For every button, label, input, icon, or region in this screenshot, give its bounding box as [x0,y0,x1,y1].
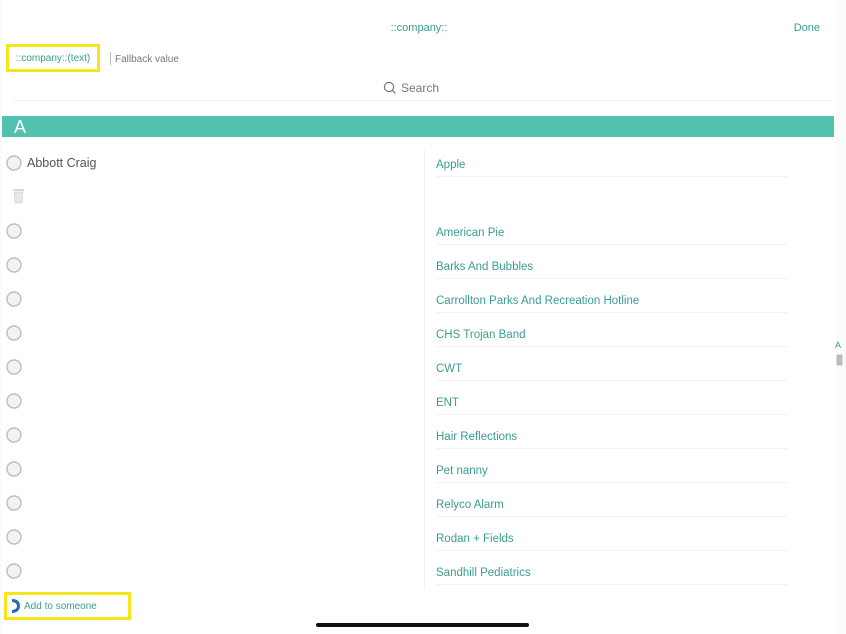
section-header-a: A [2,116,834,137]
company-item[interactable]: CWT [436,358,788,381]
company-item[interactable]: Sandhill Pediatrics [436,562,788,585]
avatar-icon [6,291,22,307]
company-item[interactable]: Apple [436,154,788,177]
avatar-icon [6,529,22,545]
add-to-someone-button[interactable]: Add to someone [4,592,131,620]
avatar-icon [6,359,22,375]
trash-icon[interactable] [12,188,25,204]
add-to-someone-label: Add to someone [24,600,97,612]
search-bar[interactable] [14,76,830,101]
contact-row[interactable] [6,527,22,547]
avatar-icon [6,155,22,171]
avatar-icon [6,427,22,443]
page-title: ::company:: [390,22,448,34]
avatar-icon [6,257,22,273]
contact-row[interactable] [6,221,22,241]
done-button[interactable]: Done [794,22,820,34]
avatar-icon [6,393,22,409]
index-letter-a[interactable]: A [835,340,841,350]
avatar-icon [6,223,22,239]
company-item[interactable]: CHS Trojan Band [436,324,788,347]
avatar-icon [6,563,22,579]
contact-row[interactable] [6,459,22,479]
home-indicator [316,623,529,627]
person-icon [12,599,20,613]
token-chip[interactable]: ::company::(text) [6,44,100,72]
avatar-icon [6,495,22,511]
search-icon [383,81,396,94]
contact-row[interactable] [6,493,22,513]
company-item[interactable]: ENT [436,392,788,415]
company-item[interactable]: American Pie [436,222,788,245]
screen: ::company:: Done ::company::(text) A Abb… [0,0,846,634]
column-divider [424,150,425,590]
avatar-icon [6,461,22,477]
company-item[interactable]: Pet nanny [436,460,788,483]
company-item[interactable]: Barks And Bubbles [436,256,788,279]
contact-row[interactable]: Abbott Craig [6,153,96,173]
contact-name: Abbott Craig [27,156,97,170]
contact-row[interactable] [6,391,22,411]
token-divider [110,52,111,65]
contact-row[interactable] [6,357,22,377]
company-item[interactable]: Hair Reflections [436,426,788,449]
contact-row[interactable] [6,425,22,445]
contact-row[interactable] [6,561,22,581]
contact-row[interactable] [6,323,22,343]
company-item[interactable]: Carrollton Parks And Recreation Hotline [436,290,788,313]
contact-row[interactable] [6,289,22,309]
avatar-icon [6,325,22,341]
fallback-value-input[interactable] [115,51,275,67]
index-trash-icon[interactable] [836,354,843,366]
search-input[interactable] [401,81,461,95]
company-item[interactable]: Relyco Alarm [436,494,788,517]
company-item[interactable]: Rodan + Fields [436,528,788,551]
contact-row[interactable] [6,255,22,275]
